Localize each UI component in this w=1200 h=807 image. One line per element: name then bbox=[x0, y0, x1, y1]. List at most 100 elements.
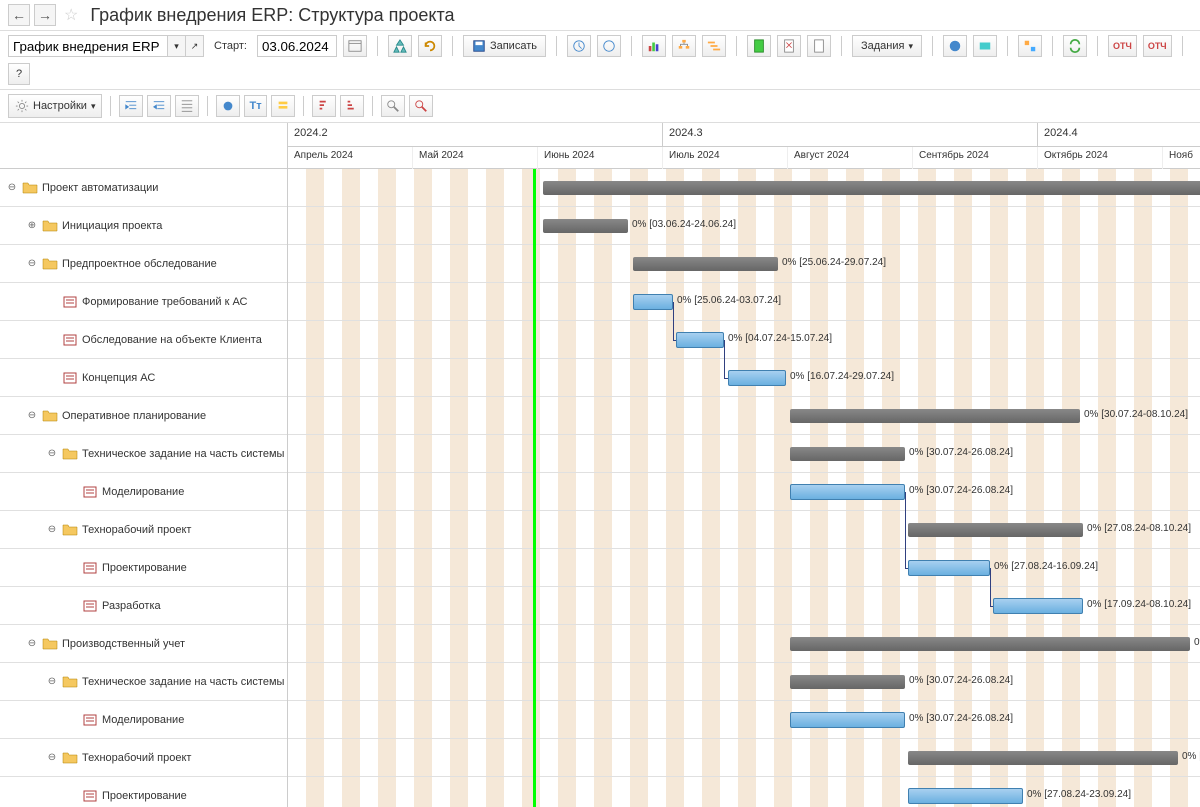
zoom1-button[interactable] bbox=[381, 95, 405, 117]
text-button[interactable]: Tт bbox=[244, 95, 266, 117]
tree-row[interactable]: ⊖Производственный учет bbox=[0, 625, 287, 663]
gantt-bar[interactable] bbox=[790, 484, 905, 500]
report2-button[interactable]: ОТЧ bbox=[1143, 35, 1172, 57]
tree-row[interactable]: ⊖Предпроектное обследование bbox=[0, 245, 287, 283]
doc1-button[interactable] bbox=[747, 35, 771, 57]
doc2-button[interactable] bbox=[777, 35, 801, 57]
tree-label: Техническое задание на часть системы bbox=[82, 676, 284, 688]
gantt-bar[interactable] bbox=[790, 675, 905, 689]
bar-label: 0% [30.07.24-26.08.24] bbox=[909, 485, 1013, 496]
gantt-bar[interactable] bbox=[633, 257, 778, 271]
expander-icon[interactable]: ⊖ bbox=[26, 410, 38, 421]
combo-dropdown[interactable]: ▾ bbox=[168, 35, 186, 57]
ext2-button[interactable] bbox=[973, 35, 997, 57]
tree-row[interactable]: ⊖Технорабочий проект bbox=[0, 511, 287, 549]
expander-icon[interactable]: ⊖ bbox=[26, 258, 38, 269]
org-button[interactable] bbox=[672, 35, 696, 57]
filter-button[interactable] bbox=[271, 95, 295, 117]
start-date-input[interactable] bbox=[257, 35, 337, 57]
gantt-bar[interactable] bbox=[908, 560, 990, 576]
zoom2-button[interactable] bbox=[409, 95, 433, 117]
action1-button[interactable] bbox=[567, 35, 591, 57]
tree-row[interactable]: Проектирование bbox=[0, 549, 287, 587]
hierarchy-button[interactable] bbox=[388, 35, 412, 57]
bar-label: 0% [27.08.24 bbox=[1182, 751, 1200, 762]
forward-button[interactable]: → bbox=[34, 4, 56, 26]
tree-row[interactable]: Моделирование bbox=[0, 473, 287, 511]
expander-icon[interactable]: ⊖ bbox=[46, 448, 58, 459]
sync-button[interactable] bbox=[1063, 35, 1087, 57]
gantt-bar[interactable] bbox=[790, 447, 905, 461]
tree-label: Технорабочий проект bbox=[82, 752, 191, 764]
tree-row[interactable]: ⊖ Технорабочий проект bbox=[0, 739, 287, 777]
gantt-bar[interactable] bbox=[543, 181, 1200, 195]
month-header: Нояб bbox=[1163, 147, 1200, 169]
tree-row[interactable]: ⊕ Инициация проекта bbox=[0, 207, 287, 245]
gantt-bar[interactable] bbox=[790, 637, 1190, 651]
tree-row[interactable]: ⊖Проект автоматизации bbox=[0, 169, 287, 207]
month-header: Май 2024 bbox=[413, 147, 538, 169]
tree-row[interactable]: Проектирование bbox=[0, 777, 287, 807]
gantt-bar[interactable] bbox=[790, 712, 905, 728]
tree-label: Инициация проекта bbox=[62, 220, 162, 232]
tree-row[interactable]: Концепция АС bbox=[0, 359, 287, 397]
back-button[interactable]: ← bbox=[8, 4, 30, 26]
favorite-icon[interactable]: ☆ bbox=[64, 5, 78, 25]
help-button[interactable]: ? bbox=[8, 63, 30, 85]
ext1-button[interactable] bbox=[943, 35, 967, 57]
expand-button[interactable] bbox=[175, 95, 199, 117]
sort2-button[interactable] bbox=[340, 95, 364, 117]
tree-label: Проектирование bbox=[102, 562, 187, 574]
bar-label: 0% [30.07.24-26.08.24] bbox=[909, 447, 1013, 458]
gantt-row: 0% [17.09.24-08.10.24] bbox=[288, 587, 1200, 625]
bar-label: 0% [27.08.24-16.09.24] bbox=[994, 561, 1098, 572]
gantt-bar[interactable] bbox=[728, 370, 786, 386]
expander-icon[interactable]: ⊖ bbox=[46, 752, 58, 763]
gantt-row: 0% [27.08.24 bbox=[288, 739, 1200, 777]
tree-row[interactable]: Моделирование bbox=[0, 701, 287, 739]
expander-icon[interactable]: ⊖ bbox=[46, 676, 58, 687]
action2-button[interactable] bbox=[597, 35, 621, 57]
tree-row[interactable]: ⊖Оперативное планирование bbox=[0, 397, 287, 435]
expander-icon[interactable]: ⊕ bbox=[26, 220, 38, 231]
refresh-button[interactable] bbox=[418, 35, 442, 57]
gantt-bar[interactable] bbox=[993, 598, 1083, 614]
project-combo[interactable]: ▾ ↗ bbox=[8, 35, 204, 57]
combo-open[interactable]: ↗ bbox=[186, 35, 204, 57]
project-input[interactable] bbox=[8, 35, 168, 57]
tree-row[interactable]: Формирование требований к АС bbox=[0, 283, 287, 321]
marker-button[interactable] bbox=[216, 95, 240, 117]
tasks-button[interactable]: Задания▾ bbox=[852, 35, 922, 57]
gantt-row: 0% [03.06.24-24.06.24] bbox=[288, 207, 1200, 245]
gantt-bar[interactable] bbox=[676, 332, 724, 348]
save-button[interactable]: Записать bbox=[463, 35, 546, 57]
indent-out-button[interactable] bbox=[119, 95, 143, 117]
sort1-button[interactable] bbox=[312, 95, 336, 117]
calendar-button[interactable] bbox=[343, 35, 367, 57]
ext3-button[interactable] bbox=[1018, 35, 1042, 57]
report1-button[interactable]: ОТЧ bbox=[1108, 35, 1137, 57]
tree-row[interactable]: Разработка bbox=[0, 587, 287, 625]
settings-button[interactable]: Настройки ▾ bbox=[8, 94, 102, 118]
gantt-row bbox=[288, 169, 1200, 207]
today-line bbox=[533, 169, 536, 807]
chart-button[interactable] bbox=[642, 35, 666, 57]
gantt-bar[interactable] bbox=[633, 294, 673, 310]
tree-row[interactable]: ⊖ Техническое задание на часть системы bbox=[0, 663, 287, 701]
bar-label: 0% [17.09.24-08.10.24] bbox=[1087, 599, 1191, 610]
gantt-bar[interactable] bbox=[908, 523, 1083, 537]
gantt-bar[interactable] bbox=[908, 788, 1023, 804]
gantt-button[interactable] bbox=[702, 35, 726, 57]
doc3-button[interactable] bbox=[807, 35, 831, 57]
indent-in-button[interactable] bbox=[147, 95, 171, 117]
expander-icon[interactable]: ⊖ bbox=[46, 524, 58, 535]
expander-icon[interactable]: ⊖ bbox=[6, 182, 18, 193]
tree-row[interactable]: Обследование на объекте Клиента bbox=[0, 321, 287, 359]
gantt-row: 0% [04.07.24-15.07.24] bbox=[288, 321, 1200, 359]
tree-row[interactable]: ⊖Техническое задание на часть системы bbox=[0, 435, 287, 473]
tree-label: Формирование требований к АС bbox=[82, 296, 248, 308]
gantt-bar[interactable] bbox=[908, 751, 1178, 765]
expander-icon[interactable]: ⊖ bbox=[26, 638, 38, 649]
gantt-bar[interactable] bbox=[790, 409, 1080, 423]
gantt-bar[interactable] bbox=[543, 219, 628, 233]
